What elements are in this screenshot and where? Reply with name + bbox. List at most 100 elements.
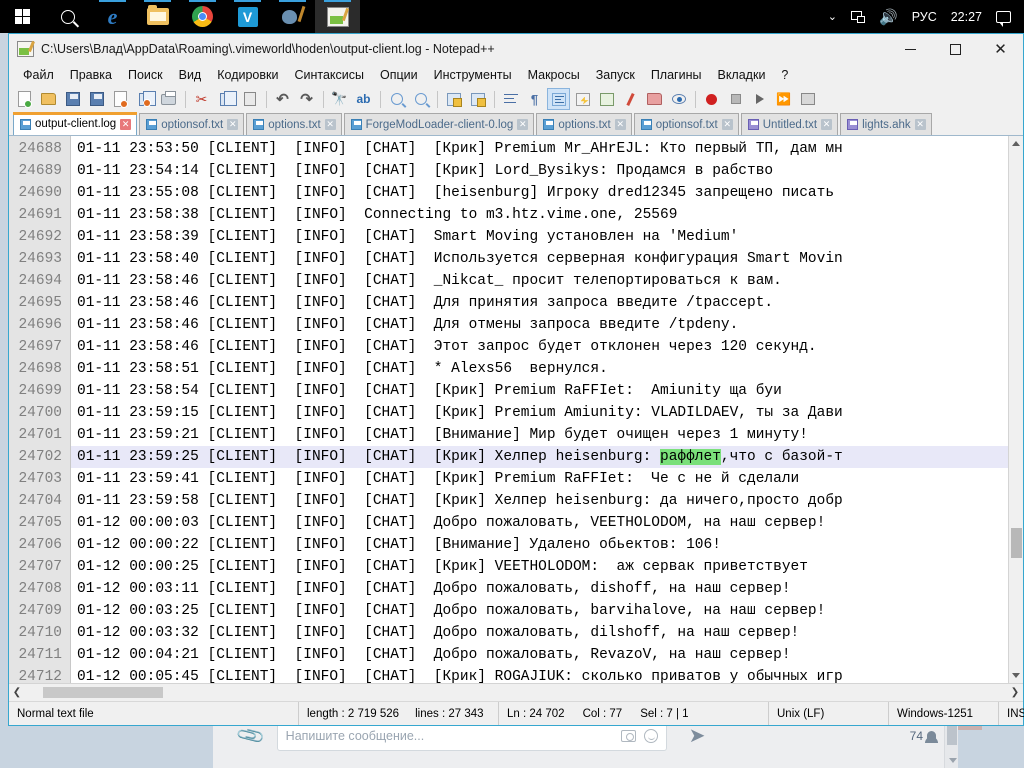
tab-close-icon[interactable]: ✕ <box>821 119 833 130</box>
code-line[interactable]: 01-11 23:58:46 [CLIENT] [INFO] [CHAT] Дл… <box>71 314 1008 336</box>
code-line[interactable]: 01-11 23:53:50 [CLIENT] [INFO] [CHAT] [К… <box>71 138 1008 160</box>
redo-button[interactable]: ↷ <box>295 88 318 110</box>
zoom-in-button[interactable] <box>385 88 408 110</box>
tab-close-icon[interactable]: ✕ <box>914 119 926 130</box>
tab-close-icon[interactable]: ✕ <box>227 119 239 130</box>
save-all-button[interactable] <box>85 88 108 110</box>
function-list-button[interactable] <box>619 88 642 110</box>
tray-language[interactable]: РУС <box>905 0 944 33</box>
send-icon[interactable]: ➤ <box>689 723 706 748</box>
sync-vertical-button[interactable] <box>442 88 465 110</box>
tab-options-txt-1[interactable]: options.txt ✕ <box>246 113 342 135</box>
taskbar-edge-button[interactable]: e <box>90 0 135 33</box>
code-line[interactable]: 01-11 23:59:21 [CLIENT] [INFO] [CHAT] [В… <box>71 424 1008 446</box>
menu-item-file[interactable]: Файл <box>15 66 62 84</box>
tab-output-client-log[interactable]: output-client.log ✕ <box>13 112 138 135</box>
code-text-area[interactable]: 01-11 23:53:50 [CLIENT] [INFO] [CHAT] [К… <box>71 136 1008 683</box>
document-map-button[interactable] <box>595 88 618 110</box>
menu-item-view[interactable]: Вид <box>171 66 210 84</box>
code-line[interactable]: 01-11 23:58:39 [CLIENT] [INFO] [CHAT] Sm… <box>71 226 1008 248</box>
menu-item-plugins[interactable]: Плагины <box>643 66 710 84</box>
code-line[interactable]: 01-12 00:03:32 [CLIENT] [INFO] [CHAT] До… <box>71 622 1008 644</box>
maximize-button[interactable] <box>933 34 978 64</box>
close-button[interactable]: ✕ <box>978 34 1023 64</box>
show-all-chars-button[interactable]: ¶ <box>523 88 546 110</box>
paste-button[interactable] <box>238 88 261 110</box>
tab-optionsof-txt-1[interactable]: optionsof.txt ✕ <box>139 113 245 135</box>
monitoring-button[interactable] <box>667 88 690 110</box>
tab-close-icon[interactable]: ✕ <box>324 119 336 130</box>
minimize-button[interactable] <box>888 34 933 64</box>
close-file-button[interactable] <box>109 88 132 110</box>
find-button[interactable]: 🔭 <box>328 88 351 110</box>
taskbar-chrome-button[interactable] <box>180 0 225 33</box>
camera-icon[interactable] <box>620 729 636 742</box>
code-line[interactable]: 01-11 23:59:58 [CLIENT] [INFO] [CHAT] [К… <box>71 490 1008 512</box>
macro-stop-button[interactable] <box>724 88 747 110</box>
tab-close-icon[interactable]: ✕ <box>517 119 529 130</box>
zoom-out-button[interactable] <box>409 88 432 110</box>
scroll-up-arrow-icon[interactable] <box>1012 141 1020 146</box>
undo-button[interactable]: ↶ <box>271 88 294 110</box>
tray-network-button[interactable] <box>844 0 872 33</box>
code-line[interactable]: 01-11 23:59:41 [CLIENT] [INFO] [CHAT] [К… <box>71 468 1008 490</box>
word-wrap-button[interactable] <box>499 88 522 110</box>
cut-button[interactable]: ✂ <box>190 88 213 110</box>
tab-close-icon[interactable]: ✕ <box>614 119 626 130</box>
scroll-left-arrow-icon[interactable]: ❮ <box>9 684 25 701</box>
emoji-icon[interactable] <box>643 728 658 743</box>
code-line[interactable]: 01-12 00:00:25 [CLIENT] [INFO] [CHAT] [К… <box>71 556 1008 578</box>
tray-expand-button[interactable]: ⌄ <box>821 0 844 33</box>
macro-record-button[interactable] <box>700 88 723 110</box>
tab-optionsof-txt-2[interactable]: optionsof.txt ✕ <box>633 113 739 135</box>
macro-playmany-button[interactable]: ⏩ <box>772 88 795 110</box>
tray-clock[interactable]: 22:27 <box>944 0 989 33</box>
horizontal-scrollbar[interactable]: ❮ ❯ <box>9 683 1023 701</box>
start-button[interactable] <box>0 0 45 33</box>
code-line[interactable]: 01-11 23:58:51 [CLIENT] [INFO] [CHAT] * … <box>71 358 1008 380</box>
tab-untitled-txt[interactable]: Untitled.txt ✕ <box>740 113 839 135</box>
replace-button[interactable]: ab <box>352 88 375 110</box>
messenger-scrollbar[interactable] <box>944 719 958 768</box>
menu-item-help[interactable]: ? <box>773 66 796 84</box>
macro-play-button[interactable] <box>748 88 771 110</box>
tab-lights-ahk[interactable]: lights.ahk ✕ <box>840 113 932 135</box>
scroll-right-arrow-icon[interactable]: ❯ <box>1007 684 1023 701</box>
menu-item-edit[interactable]: Правка <box>62 66 120 84</box>
copy-button[interactable] <box>214 88 237 110</box>
code-line[interactable]: 01-11 23:58:54 [CLIENT] [INFO] [CHAT] [К… <box>71 380 1008 402</box>
tab-forgemodloader-client-log[interactable]: ForgeModLoader-client-0.log ✕ <box>343 113 535 135</box>
code-line[interactable]: 01-11 23:59:25 [CLIENT] [INFO] [CHAT] [К… <box>71 446 1008 468</box>
menu-item-macro[interactable]: Макросы <box>520 66 588 84</box>
code-line[interactable]: 01-11 23:58:46 [CLIENT] [INFO] [CHAT] Дл… <box>71 292 1008 314</box>
code-line[interactable]: 01-12 00:03:25 [CLIENT] [INFO] [CHAT] До… <box>71 600 1008 622</box>
code-line[interactable]: 01-11 23:54:14 [CLIENT] [INFO] [CHAT] [К… <box>71 160 1008 182</box>
code-line[interactable]: 01-12 00:05:45 [CLIENT] [INFO] [CHAT] [К… <box>71 666 1008 683</box>
code-line[interactable]: 01-11 23:58:40 [CLIENT] [INFO] [CHAT] Ис… <box>71 248 1008 270</box>
vertical-scrollbar-thumb[interactable] <box>1011 528 1022 558</box>
code-line[interactable]: 01-12 00:00:22 [CLIENT] [INFO] [CHAT] [В… <box>71 534 1008 556</box>
open-file-button[interactable] <box>37 88 60 110</box>
horizontal-scrollbar-thumb[interactable] <box>43 687 163 698</box>
menu-item-search[interactable]: Поиск <box>120 66 171 84</box>
code-line[interactable]: 01-12 00:03:11 [CLIENT] [INFO] [CHAT] До… <box>71 578 1008 600</box>
print-button[interactable] <box>157 88 180 110</box>
horizontal-scrollbar-track[interactable] <box>25 684 1007 701</box>
chevron-down-icon[interactable] <box>949 758 957 763</box>
run-dialog-button[interactable] <box>796 88 819 110</box>
indent-guide-button[interactable] <box>547 88 570 110</box>
menu-item-settings[interactable]: Опции <box>372 66 426 84</box>
taskbar-explorer-button[interactable] <box>135 0 180 33</box>
code-line[interactable]: 01-12 00:00:03 [CLIENT] [INFO] [CHAT] До… <box>71 512 1008 534</box>
close-all-button[interactable] <box>133 88 156 110</box>
code-line[interactable]: 01-11 23:59:15 [CLIENT] [INFO] [CHAT] [К… <box>71 402 1008 424</box>
save-button[interactable] <box>61 88 84 110</box>
ui-macro-button[interactable] <box>571 88 594 110</box>
code-line[interactable]: 01-11 23:58:46 [CLIENT] [INFO] [CHAT] _N… <box>71 270 1008 292</box>
code-line[interactable]: 01-12 00:04:21 [CLIENT] [INFO] [CHAT] До… <box>71 644 1008 666</box>
tab-close-icon[interactable]: ✕ <box>721 119 733 130</box>
code-line[interactable]: 01-11 23:55:08 [CLIENT] [INFO] [CHAT] [h… <box>71 182 1008 204</box>
menu-item-language[interactable]: Синтаксисы <box>286 66 372 84</box>
new-file-button[interactable] <box>13 88 36 110</box>
menu-item-encoding[interactable]: Кодировки <box>209 66 286 84</box>
